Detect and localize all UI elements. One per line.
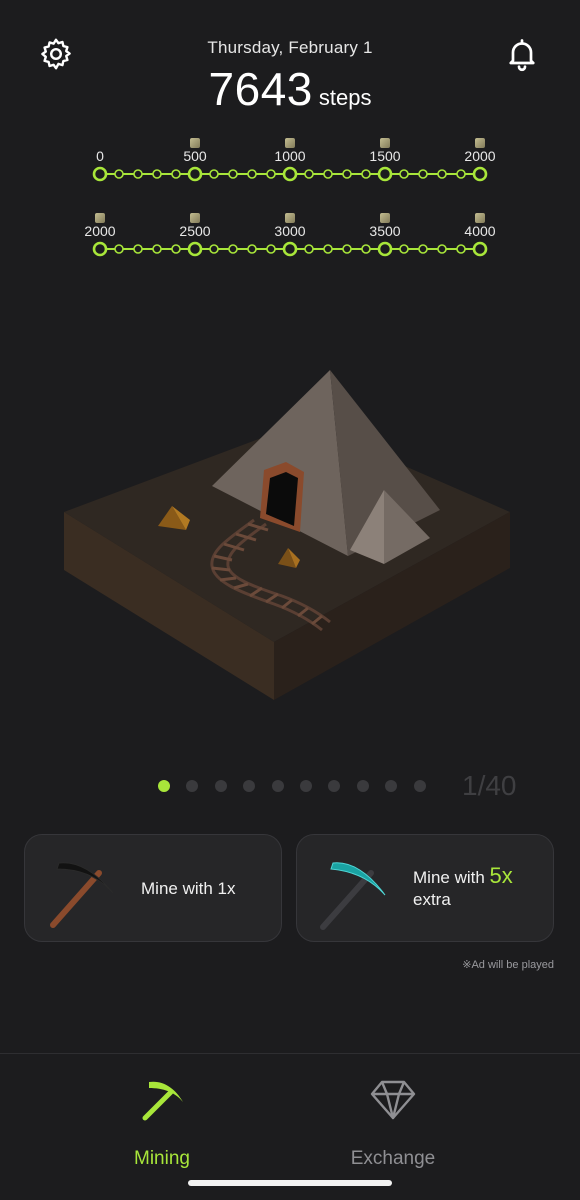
steps-unit: steps [318, 85, 372, 110]
milestone-node [472, 241, 488, 257]
mine-5x-prefix: Mine with [413, 868, 485, 887]
step-node [171, 244, 181, 254]
milestone-label: 2500 [179, 223, 211, 239]
step-node [114, 244, 124, 254]
milestone-label: 0 [96, 148, 104, 164]
step-node [114, 169, 124, 179]
ore-reward-icon [95, 213, 105, 223]
pager-dot[interactable] [328, 780, 341, 792]
step-progress-track-2: 2000 2500 3000 3500 4000 [80, 211, 500, 311]
ore-reward-icon [475, 138, 485, 148]
milestone-label: 3000 [274, 223, 306, 239]
step-node [152, 244, 162, 254]
milestone-label: 1500 [369, 148, 401, 164]
step-node [247, 169, 257, 179]
pager-dot[interactable] [300, 780, 312, 792]
ad-note: ※Ad will be played [462, 959, 554, 971]
nav-tab-mining[interactable]: Mining [62, 1070, 262, 1170]
step-node [437, 169, 447, 179]
milestone-label: 1000 [274, 148, 306, 164]
diamond-pickaxe-icon [320, 862, 386, 930]
nav-tab-exchange[interactable]: Exchange [293, 1070, 493, 1170]
step-node [361, 244, 371, 254]
steps-counter: 7643 steps [0, 62, 580, 116]
step-node [456, 244, 466, 254]
milestone-node [92, 241, 108, 257]
ore-reward-icon [475, 213, 485, 223]
mine-5x-extra-button[interactable]: Mine with 5x extra [296, 834, 554, 942]
step-node [133, 244, 143, 254]
milestone-node [282, 166, 298, 182]
pickaxe-icon [50, 862, 114, 928]
step-node [228, 244, 238, 254]
step-node [152, 169, 162, 179]
step-node [228, 169, 238, 179]
milestone-label: 500 [183, 148, 207, 164]
step-node [399, 169, 409, 179]
ore-reward-icon [380, 138, 390, 148]
step-node [437, 244, 447, 254]
step-node [342, 244, 352, 254]
pickaxe-nav-icon [142, 1081, 183, 1121]
milestone-node [187, 166, 203, 182]
step-node [456, 169, 466, 179]
milestone-label: 2000 [84, 223, 116, 239]
step-node [304, 169, 314, 179]
pager-dot[interactable] [271, 780, 284, 792]
pager-dot[interactable] [158, 780, 170, 792]
page-counter: 1/40 [462, 770, 517, 801]
scene-pager-dots[interactable] [150, 776, 430, 796]
pager-dot[interactable] [186, 780, 199, 792]
step-node [361, 169, 371, 179]
nav-label-mining: Mining [134, 1148, 190, 1169]
step-node [418, 244, 428, 254]
step-node [266, 169, 276, 179]
step-node [171, 169, 181, 179]
mine-scene-illustration [64, 370, 510, 700]
milestone-node [92, 166, 108, 182]
steps-value: 7643 [208, 63, 313, 115]
step-node [323, 169, 333, 179]
step-node [247, 244, 257, 254]
mine-5x-multiplier: 5x [489, 863, 513, 888]
ore-reward-icon [285, 138, 295, 148]
step-node [399, 244, 409, 254]
milestone-node [472, 166, 488, 182]
milestone-node [377, 241, 393, 257]
mine-5x-suffix: extra [413, 890, 451, 909]
pager-dot[interactable] [356, 780, 369, 792]
milestone-node [282, 241, 298, 257]
step-node [304, 244, 314, 254]
step-node [266, 244, 276, 254]
nav-label-exchange: Exchange [350, 1148, 436, 1169]
mine-5x-label: Mine with 5x extra [413, 865, 513, 911]
ore-reward-icon [190, 213, 200, 223]
step-node [209, 169, 219, 179]
milestone-node [187, 241, 203, 257]
milestone-node [377, 166, 393, 182]
mine-1x-button[interactable]: Mine with 1x [24, 834, 282, 942]
pager-dot[interactable] [214, 780, 227, 792]
pager-dot[interactable] [413, 780, 426, 792]
ore-reward-icon [190, 138, 200, 148]
step-node [323, 244, 333, 254]
ore-reward-icon [285, 213, 295, 223]
pager-dot[interactable] [385, 780, 398, 792]
milestone-label: 4000 [464, 223, 496, 239]
step-node [418, 169, 428, 179]
pager-dot[interactable] [243, 780, 256, 792]
ore-reward-icon [380, 213, 390, 223]
date-label: Thursday, February 1 [207, 38, 373, 57]
step-node [209, 244, 219, 254]
home-indicator [188, 1180, 392, 1186]
mine-1x-label: Mine with 1x [141, 879, 236, 898]
step-node [342, 169, 352, 179]
step-node [133, 169, 143, 179]
milestone-label: 2000 [464, 148, 496, 164]
diamond-nav-icon [370, 1080, 416, 1120]
nav-divider [0, 1053, 580, 1054]
milestone-label: 3500 [369, 223, 401, 239]
